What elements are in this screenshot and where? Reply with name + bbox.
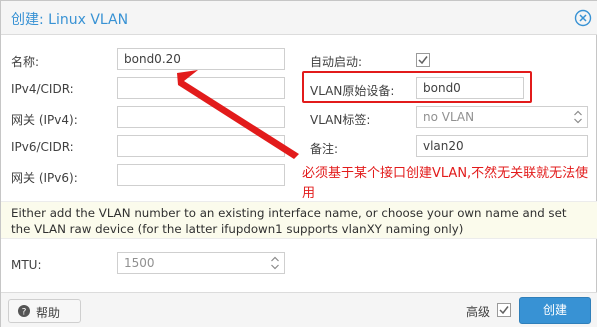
- name-input[interactable]: bond0.20: [117, 48, 285, 70]
- gateway-ipv6-label: 网关 (IPv6):: [11, 171, 78, 185]
- checkmark-icon: [497, 303, 511, 317]
- ipv6-input[interactable]: [117, 135, 285, 157]
- autostart-label: 自动启动:: [310, 55, 363, 69]
- gateway-ipv6-input[interactable]: [117, 164, 285, 186]
- ipv4-label: IPv4/CIDR:: [11, 82, 74, 96]
- advanced-checkbox[interactable]: [497, 303, 511, 317]
- help-label: 帮助: [36, 306, 61, 320]
- close-icon[interactable]: [574, 9, 592, 27]
- highlight-box: [302, 71, 532, 103]
- ipv6-label: IPv6/CIDR:: [11, 140, 74, 154]
- dialog-title: 创建: Linux VLAN: [11, 12, 129, 28]
- ipv4-input[interactable]: [117, 77, 285, 99]
- gateway-ipv4-label: 网关 (IPv4):: [11, 113, 78, 127]
- checkmark-icon: [416, 53, 430, 67]
- mtu-value: 1500: [124, 256, 155, 270]
- dialog-footer: ? 帮助 高级 创建: [1, 292, 597, 327]
- spinner-arrows-icon[interactable]: [270, 255, 280, 271]
- vlan-tag-value: no VLAN: [423, 110, 475, 124]
- dialog-titlebar: 创建: Linux VLAN: [1, 1, 597, 35]
- comment-input[interactable]: vlan20: [416, 135, 588, 157]
- vlan-tag-spinner[interactable]: no VLAN: [416, 106, 588, 128]
- create-vlan-dialog: 创建: Linux VLAN 名称: bond0.20 IPv4/CIDR: 网…: [0, 0, 597, 327]
- autostart-checkbox[interactable]: [416, 53, 430, 67]
- create-button[interactable]: 创建: [519, 297, 591, 324]
- help-button[interactable]: ? 帮助: [8, 299, 81, 323]
- spinner-arrows-icon[interactable]: [573, 109, 583, 125]
- question-circle-icon: ?: [18, 305, 30, 317]
- mtu-spinner[interactable]: 1500: [117, 252, 285, 274]
- svg-text:?: ?: [22, 308, 27, 318]
- name-label: 名称:: [11, 55, 40, 69]
- comment-label: 备注:: [310, 142, 339, 156]
- gateway-ipv4-input[interactable]: [117, 106, 285, 128]
- info-hint: Either add the VLAN number to an existin…: [1, 201, 597, 239]
- annotation-text: 必须基于某个接口创建VLAN,不然无关联就无法使用: [302, 166, 589, 201]
- mtu-label: MTU:: [11, 258, 42, 272]
- advanced-label: 高级: [466, 305, 491, 319]
- vlan-tag-label: VLAN标签:: [310, 113, 371, 127]
